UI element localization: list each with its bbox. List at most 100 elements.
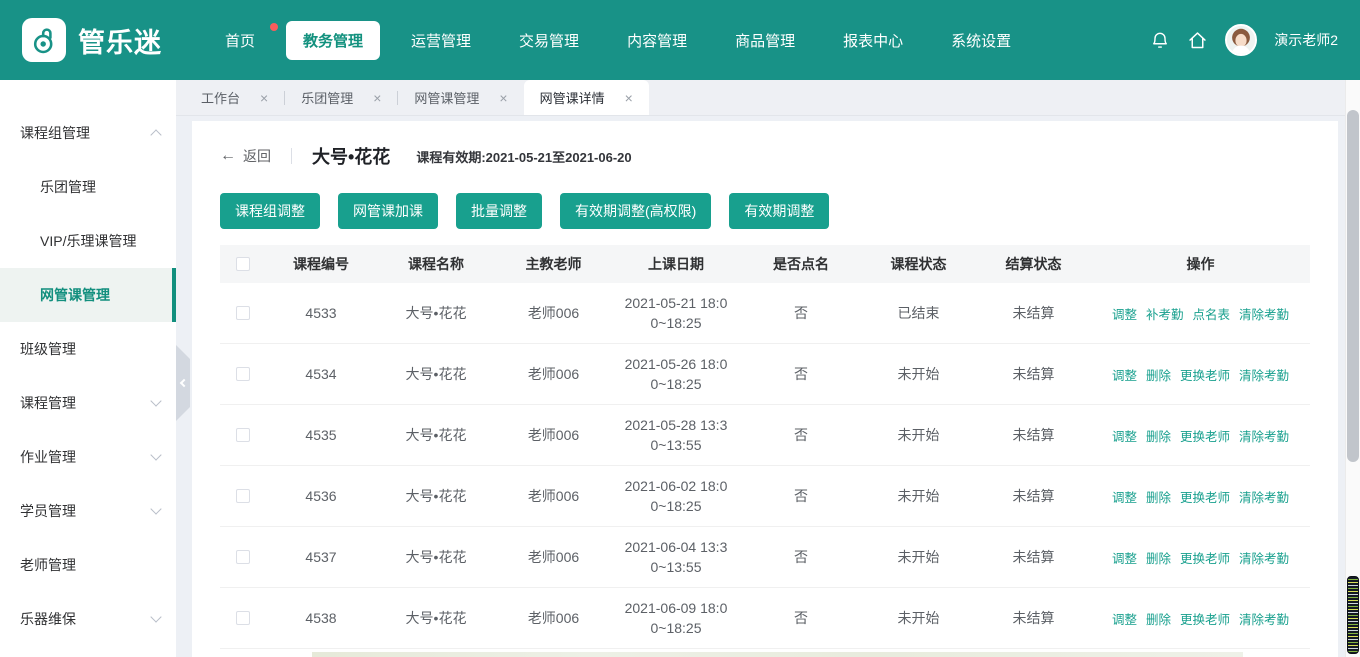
action-link[interactable]: 补考勤: [1146, 304, 1184, 323]
sidebar-item[interactable]: 考级报名: [0, 646, 176, 657]
sidebar-item[interactable]: 学员管理: [0, 484, 176, 538]
sidebar-item[interactable]: 网管课管理: [0, 268, 176, 322]
actions-wrap: 调整删除更换老师清除考勤: [1091, 609, 1310, 628]
select-all-checkbox[interactable]: [236, 257, 250, 271]
row-checkbox[interactable]: [236, 367, 250, 381]
sidebar-item[interactable]: 乐团管理: [0, 160, 176, 214]
settlement-cell: 未结算: [976, 303, 1091, 323]
action-link[interactable]: 调整: [1112, 487, 1137, 506]
tab-item[interactable]: 网管课管理×: [398, 80, 523, 115]
sidebar-item-label: 课程组管理: [20, 123, 152, 143]
action-link[interactable]: 更换老师: [1180, 365, 1230, 384]
course-validity: 课程有效期:2021-05-21至2021-06-20: [416, 147, 631, 166]
sidebar-item[interactable]: 课程组管理: [0, 106, 176, 160]
nav-item-label: 系统设置: [951, 33, 1011, 50]
back-button[interactable]: ← 返回: [220, 146, 271, 166]
action-link[interactable]: 调整: [1112, 304, 1137, 323]
nav-item[interactable]: 内容管理: [610, 21, 704, 60]
action-link[interactable]: 清除考勤: [1239, 304, 1289, 323]
action-link[interactable]: 调整: [1112, 609, 1137, 628]
settlement-cell: 未结算: [976, 364, 1091, 384]
action-link[interactable]: 清除考勤: [1239, 609, 1289, 628]
column-header: 课程编号: [266, 254, 376, 274]
sidebar-item[interactable]: VIP/乐理课管理: [0, 214, 176, 268]
scrollbar-thumb[interactable]: [1347, 110, 1359, 462]
settlement-cell: 未结算: [976, 547, 1091, 567]
checkbox-cell: [220, 367, 266, 381]
user-name[interactable]: 演示老师2: [1274, 30, 1338, 50]
nav-item[interactable]: 交易管理: [502, 21, 596, 60]
home-icon[interactable]: [1187, 30, 1208, 51]
sidebar-item[interactable]: 乐器维保: [0, 592, 176, 646]
action-link[interactable]: 更换老师: [1180, 548, 1230, 567]
date-text: 2021-05-28 13:30~13:55: [623, 415, 729, 455]
nav-item[interactable]: 系统设置: [934, 21, 1028, 60]
action-link[interactable]: 调整: [1112, 365, 1137, 384]
avatar[interactable]: [1225, 24, 1257, 56]
row-checkbox[interactable]: [236, 611, 250, 625]
actions-cell: 调整删除更换老师清除考勤: [1091, 426, 1310, 445]
brand-name: 管乐迷: [78, 21, 162, 60]
row-checkbox[interactable]: [236, 489, 250, 503]
action-link[interactable]: 清除考勤: [1239, 365, 1289, 384]
nav-item-label: 运营管理: [411, 33, 471, 50]
action-link[interactable]: 清除考勤: [1239, 426, 1289, 445]
settlement-cell: 未结算: [976, 486, 1091, 506]
action-button[interactable]: 课程组调整: [220, 193, 320, 229]
brand[interactable]: 管乐迷: [22, 18, 162, 62]
action-button[interactable]: 有效期调整: [729, 193, 829, 229]
action-link[interactable]: 点名表: [1193, 304, 1231, 323]
sidebar-item[interactable]: 老师管理: [0, 538, 176, 592]
tab-item[interactable]: 乐团管理×: [285, 80, 397, 115]
row-checkbox[interactable]: [236, 306, 250, 320]
close-icon[interactable]: ×: [260, 91, 268, 105]
tab-item[interactable]: 工作台×: [185, 80, 284, 115]
sidebar-item[interactable]: 班级管理: [0, 322, 176, 376]
action-button[interactable]: 批量调整: [456, 193, 542, 229]
teacher-cell: 老师006: [496, 303, 611, 323]
table-row: 4535大号•花花老师0062021-05-28 13:30~13:55否未开始…: [220, 405, 1310, 466]
actions-wrap: 调整补考勤点名表清除考勤: [1091, 304, 1310, 323]
nav-item[interactable]: 报表中心: [826, 21, 920, 60]
close-icon[interactable]: ×: [373, 91, 381, 105]
actions-cell: 调整删除更换老师清除考勤: [1091, 609, 1310, 628]
settlement-cell: 未结算: [976, 608, 1091, 628]
row-checkbox[interactable]: [236, 428, 250, 442]
action-link[interactable]: 删除: [1146, 487, 1171, 506]
header-checkbox-cell: [220, 257, 266, 271]
sidebar-item-label: 乐器维保: [20, 609, 152, 629]
action-link[interactable]: 更换老师: [1180, 609, 1230, 628]
course-id-cell: 4534: [266, 366, 376, 382]
row-checkbox[interactable]: [236, 550, 250, 564]
sidebar-item[interactable]: 课程管理: [0, 376, 176, 430]
course-name-cell: 大号•花花: [376, 425, 496, 445]
action-link[interactable]: 删除: [1146, 365, 1171, 384]
action-link[interactable]: 清除考勤: [1239, 548, 1289, 567]
action-link[interactable]: 调整: [1112, 426, 1137, 445]
checkbox-cell: [220, 611, 266, 625]
table-row: 4533大号•花花老师0062021-05-21 18:00~18:25否已结束…: [220, 283, 1310, 344]
action-link[interactable]: 删除: [1146, 426, 1171, 445]
nav-item[interactable]: 教务管理: [286, 21, 380, 60]
actions-cell: 调整删除更换老师清除考勤: [1091, 487, 1310, 506]
action-link[interactable]: 更换老师: [1180, 487, 1230, 506]
nav-item-label: 商品管理: [735, 33, 795, 50]
tab-item[interactable]: 网管课详情×: [524, 80, 649, 115]
bell-icon[interactable]: [1150, 30, 1170, 50]
action-button[interactable]: 有效期调整(高权限): [560, 193, 711, 229]
column-header: 课程状态: [861, 254, 976, 274]
nav-item[interactable]: 商品管理: [718, 21, 812, 60]
action-link[interactable]: 调整: [1112, 548, 1137, 567]
close-icon[interactable]: ×: [499, 91, 507, 105]
action-link[interactable]: 删除: [1146, 609, 1171, 628]
nav-item[interactable]: 首页: [208, 21, 272, 60]
action-link[interactable]: 删除: [1146, 548, 1171, 567]
date-cell: 2021-06-09 18:00~18:25: [611, 598, 741, 638]
action-link[interactable]: 清除考勤: [1239, 487, 1289, 506]
close-icon[interactable]: ×: [625, 91, 633, 105]
action-button[interactable]: 网管课加课: [338, 193, 438, 229]
action-link[interactable]: 更换老师: [1180, 426, 1230, 445]
checkbox-cell: [220, 550, 266, 564]
sidebar-item[interactable]: 作业管理: [0, 430, 176, 484]
nav-item[interactable]: 运营管理: [394, 21, 488, 60]
